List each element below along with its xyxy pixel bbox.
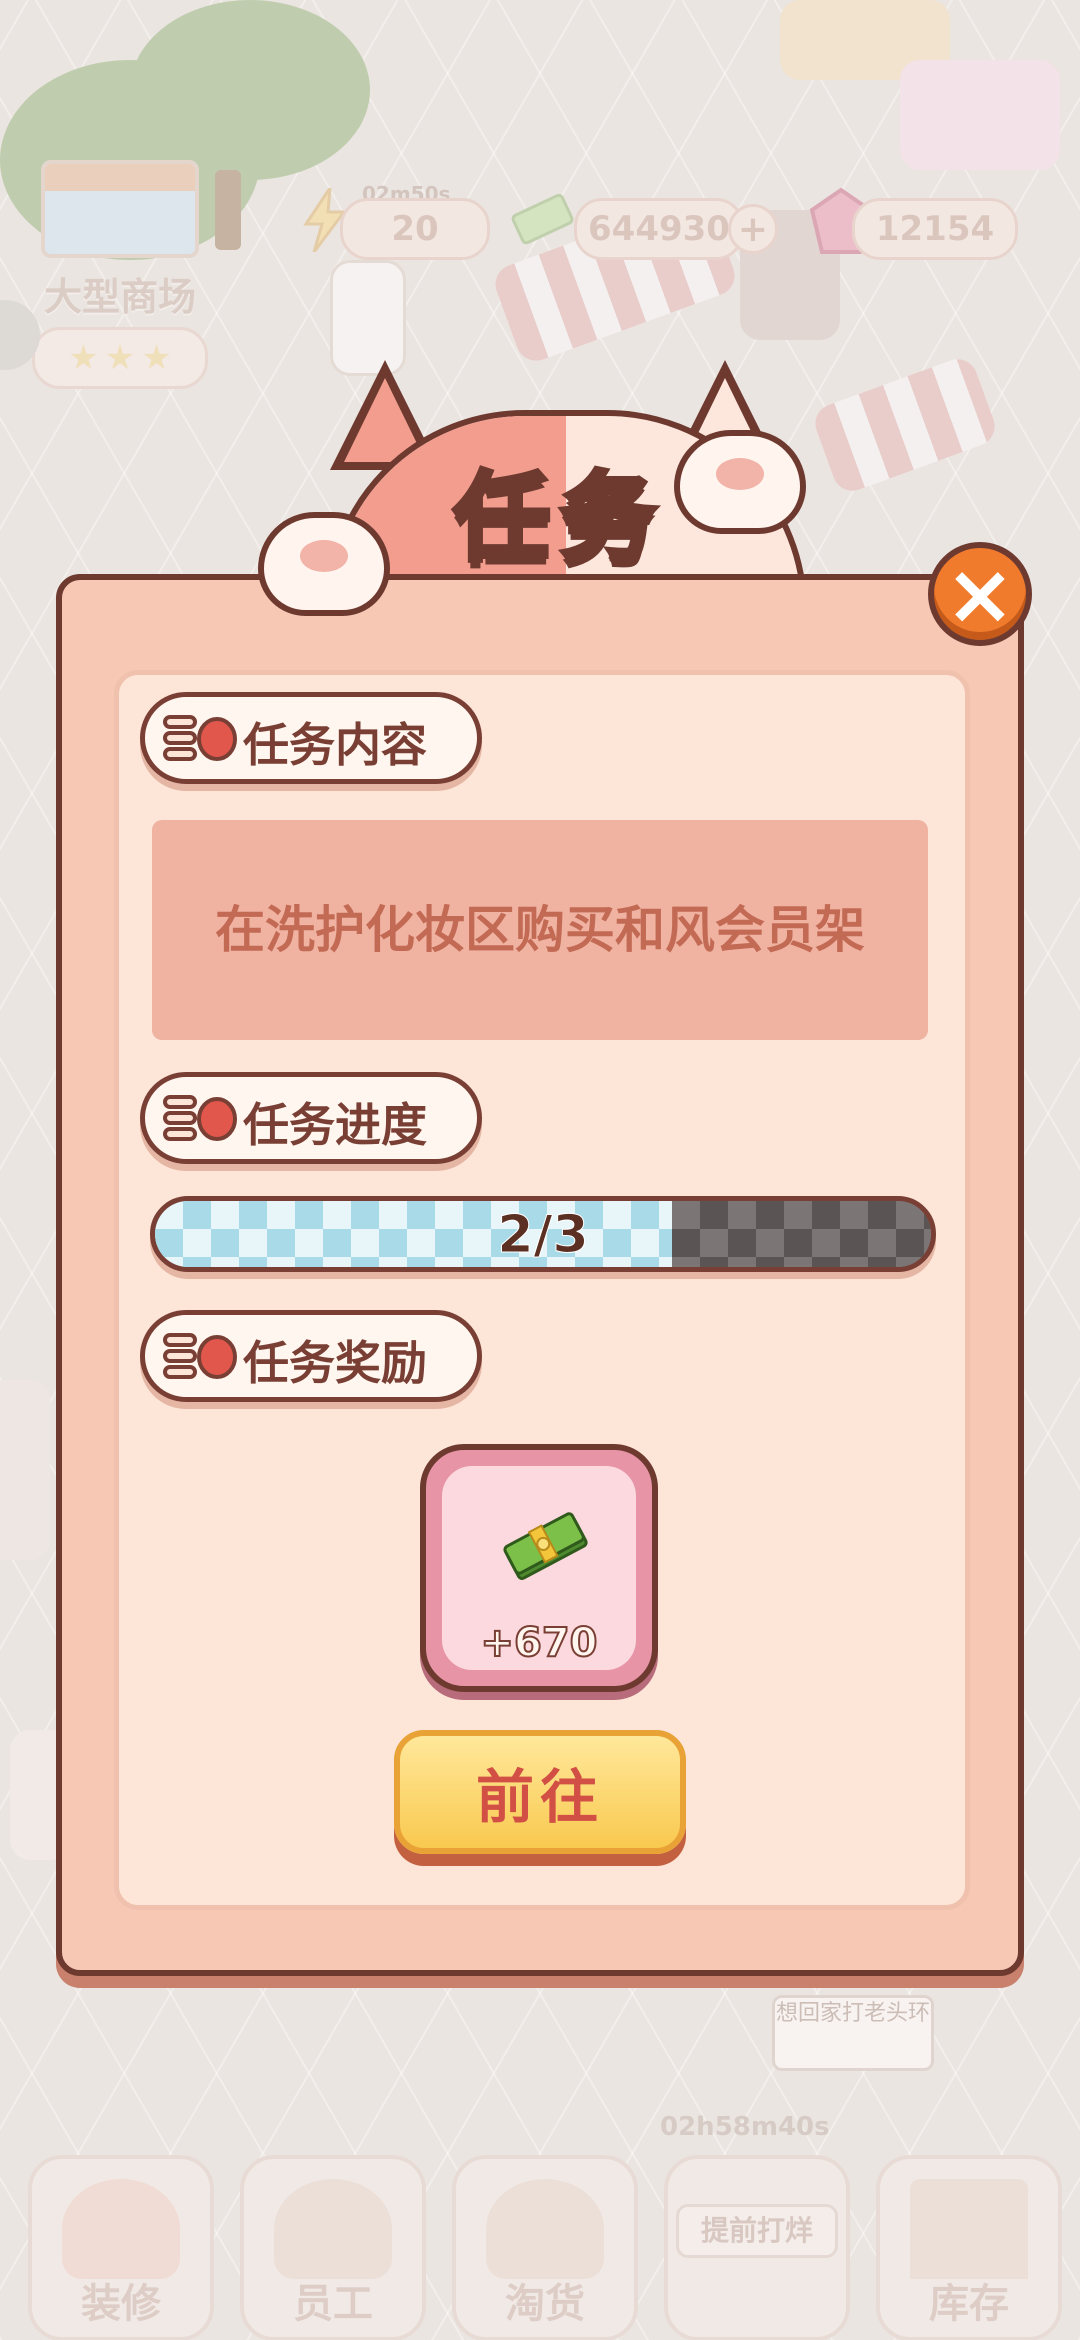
paw-print-icon — [163, 715, 237, 761]
cat-paw-right — [674, 430, 806, 534]
section-label: 任务奖励 — [243, 1336, 427, 1390]
progress-text: 2/3 — [497, 1205, 589, 1266]
section-task-content: 任务内容 — [140, 692, 482, 784]
paw-print-icon — [163, 1095, 237, 1141]
section-task-reward: 任务奖励 — [140, 1310, 482, 1402]
go-button[interactable]: 前往 — [394, 1730, 686, 1854]
section-task-progress: 任务进度 — [140, 1072, 482, 1164]
section-label: 任务进度 — [243, 1098, 427, 1152]
close-button[interactable]: × — [928, 542, 1032, 646]
task-description: 在洗护化妆区购买和风会员架 — [215, 901, 865, 959]
section-label: 任务内容 — [243, 718, 427, 772]
reward-amount: +670 — [479, 1619, 598, 1667]
cat-paw-left — [258, 512, 390, 616]
reward-item-frame: +670 — [442, 1466, 636, 1670]
task-description-box: 在洗护化妆区购买和风会员架 — [152, 820, 928, 1040]
cash-stack-icon — [503, 1512, 588, 1580]
close-icon: × — [944, 545, 1016, 643]
paw-print-icon — [163, 1333, 237, 1379]
reward-item[interactable]: +670 — [420, 1444, 658, 1692]
task-progress-bar: 2/3 — [150, 1196, 936, 1272]
go-button-label: 前往 — [475, 1763, 604, 1831]
